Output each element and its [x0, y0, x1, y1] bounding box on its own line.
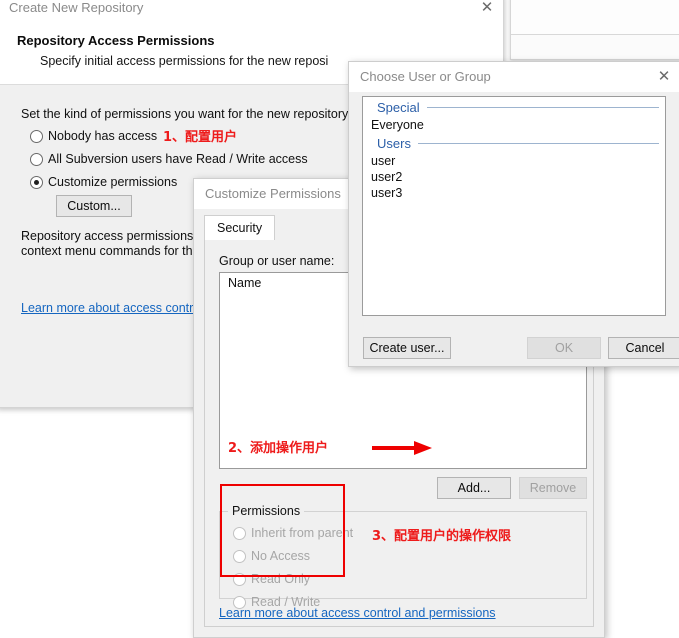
radio-label: Customize permissions: [48, 175, 178, 189]
annotation-step-2: 2、添加操作用户: [228, 441, 329, 456]
radio-label: Nobody has access: [48, 129, 158, 143]
page-subtitle: Specify initial access permissions for t…: [40, 54, 329, 68]
radio-nobody-has-access[interactable]: Nobody has access: [30, 129, 157, 143]
ok-button: OK: [527, 337, 601, 359]
choose-titlebar: Choose User or Group ✕: [349, 62, 679, 92]
radio-inherit-from-parent[interactable]: Inherit from parent: [233, 526, 353, 540]
radio-indicator: [233, 572, 246, 586]
list-item[interactable]: Everyone: [363, 117, 665, 133]
background-dialog: [510, 0, 679, 60]
group-header-special: Special: [363, 97, 665, 117]
user-group-list[interactable]: Special Everyone Users user user2 user3: [362, 96, 666, 316]
permissions-intro-text: Set the kind of permissions you want for…: [21, 107, 351, 121]
permissions-groupbox-title: Permissions: [228, 504, 305, 518]
list-item[interactable]: user3: [363, 185, 665, 201]
radio-read-only[interactable]: Read Only: [233, 572, 310, 586]
custom-button[interactable]: Custom...: [56, 195, 132, 217]
radio-label: All Subversion users have Read / Write a…: [48, 152, 308, 166]
tab-security[interactable]: Security: [204, 215, 276, 241]
list-item[interactable]: user: [363, 153, 665, 169]
permissions-note-line2: context menu commands for the cre: [21, 244, 221, 258]
close-icon[interactable]: ✕: [656, 68, 672, 84]
group-header-label: Users: [377, 136, 411, 151]
permissions-note-line1: Repository access permissions can: [21, 229, 217, 243]
annotation-step-3: 3、配置用户的操作权限: [372, 529, 512, 544]
group-header-rule: [417, 143, 659, 144]
annotation-step-1: 1、配置用户: [163, 130, 238, 145]
cancel-button[interactable]: Cancel: [608, 337, 679, 359]
radio-indicator: [30, 152, 43, 166]
background-dialog-body: [511, 35, 679, 59]
radio-all-subversion-users[interactable]: All Subversion users have Read / Write a…: [30, 152, 308, 166]
radio-label: No Access: [251, 549, 311, 563]
create-repo-title: Create New Repository: [9, 0, 144, 15]
radio-indicator: [233, 549, 246, 563]
choose-title: Choose User or Group: [360, 69, 491, 84]
group-header-users: Users: [363, 133, 665, 153]
create-repo-titlebar: Create New Repository ✕: [0, 0, 503, 22]
choose-user-or-group-window: Choose User or Group ✕ Special Everyone …: [348, 61, 679, 367]
learn-more-link[interactable]: Learn more about access control a: [21, 301, 213, 315]
radio-customize-permissions[interactable]: Customize permissions: [30, 175, 177, 189]
page-title: Repository Access Permissions: [17, 33, 215, 48]
list-item[interactable]: user2: [363, 169, 665, 185]
radio-no-access[interactable]: No Access: [233, 549, 310, 563]
remove-button: Remove: [519, 477, 587, 499]
radio-label: Read Only: [251, 572, 311, 586]
radio-indicator: [30, 175, 43, 189]
radio-label: Inherit from parent: [251, 526, 354, 540]
radio-indicator: [233, 526, 246, 540]
add-button[interactable]: Add...: [437, 477, 511, 499]
group-header-label: Special: [377, 100, 420, 115]
radio-indicator: [30, 129, 43, 143]
close-icon[interactable]: ✕: [479, 0, 495, 15]
group-or-user-name-label: Group or user name:: [219, 254, 335, 268]
customize-title: Customize Permissions: [205, 186, 341, 201]
customize-learn-more-link[interactable]: Learn more about access control and perm…: [219, 606, 496, 620]
create-user-button[interactable]: Create user...: [363, 337, 451, 359]
group-header-rule: [426, 107, 659, 108]
